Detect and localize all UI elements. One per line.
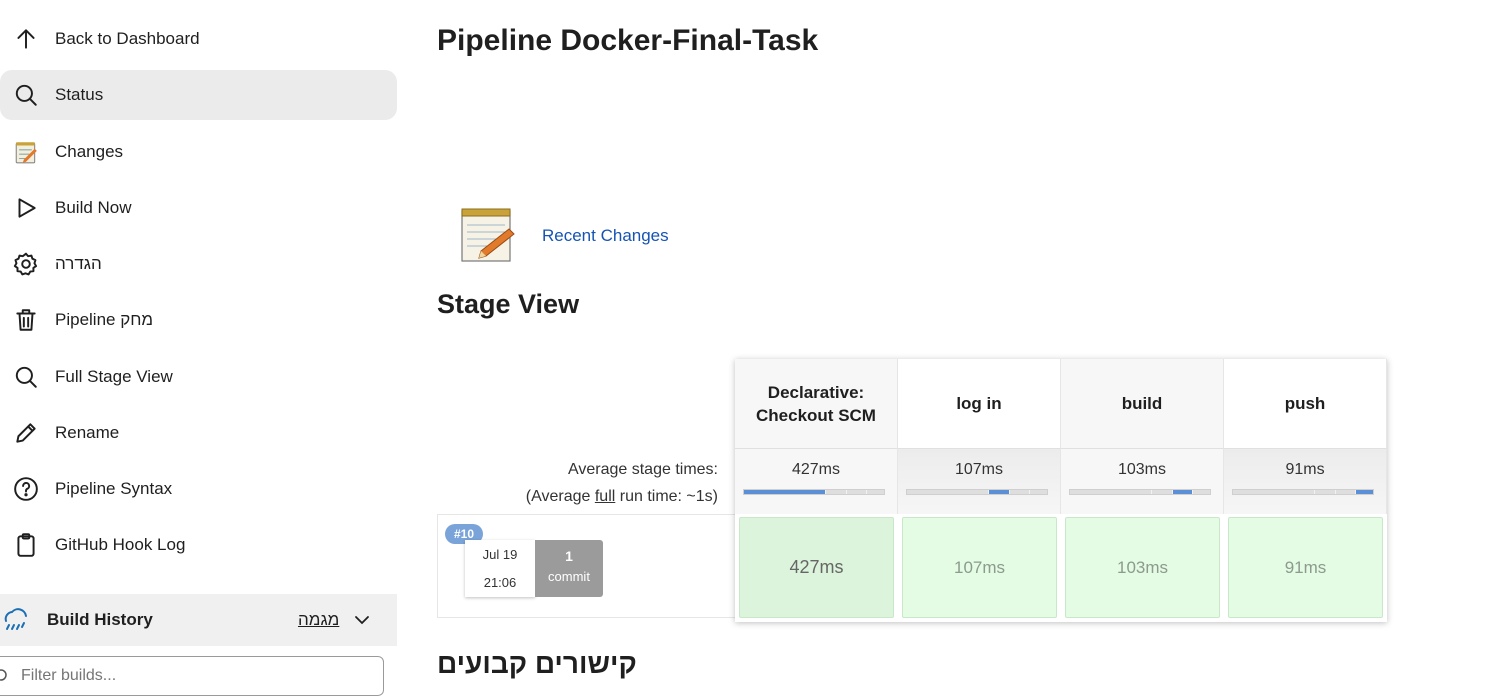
sidebar-item-pipeline-syntax[interactable]: Pipeline Syntax bbox=[0, 464, 397, 514]
average-stage-times-label: Average stage times: bbox=[567, 461, 718, 478]
stage-header: log in bbox=[898, 359, 1061, 448]
stage-average: 103ms bbox=[1061, 448, 1224, 514]
notepad-icon bbox=[13, 139, 39, 165]
stage-view-title: Stage View bbox=[437, 289, 580, 319]
build-history-header[interactable]: Build History מגמה bbox=[0, 594, 397, 646]
bar-tick bbox=[1151, 490, 1152, 494]
stage-average-bar-fill bbox=[1355, 490, 1373, 494]
stage-average-bar-fill bbox=[1172, 490, 1192, 494]
stage-header: Declarative: Checkout SCM bbox=[735, 359, 898, 448]
build-datetime[interactable]: Jul 19 21:06 bbox=[465, 540, 535, 597]
search-icon bbox=[0, 668, 10, 689]
page-title: Pipeline Docker-Final-Task bbox=[437, 24, 819, 57]
weather-icon bbox=[0, 605, 30, 640]
sidebar-item-label: Changes bbox=[55, 142, 124, 161]
sidebar-item-label: הגדרה bbox=[55, 254, 102, 273]
stage-average-time: 103ms bbox=[1117, 461, 1167, 478]
sidebar-item-build-now[interactable]: Build Now bbox=[0, 183, 397, 233]
commit-count-box[interactable]: 1 commit bbox=[535, 540, 603, 597]
sidebar-item-label: Full Stage View bbox=[55, 367, 173, 386]
sidebar-item-label: Pipeline מחק bbox=[55, 310, 154, 329]
bar-tick bbox=[1009, 490, 1010, 494]
stage-average-bar-fill bbox=[988, 490, 1009, 494]
stage-column: build 103ms 103ms bbox=[1061, 359, 1224, 622]
sidebar-item-changes[interactable]: Changes bbox=[0, 127, 397, 177]
sidebar: Back to Dashboard Status Changes Build N… bbox=[0, 0, 397, 696]
gear-icon bbox=[13, 251, 39, 277]
stage-average: 107ms bbox=[898, 448, 1061, 514]
bar-tick bbox=[1355, 490, 1356, 494]
sidebar-item-back-to-dashboard[interactable]: Back to Dashboard bbox=[0, 14, 397, 64]
bar-tick bbox=[846, 490, 847, 494]
sidebar-item-label: Pipeline Syntax bbox=[55, 479, 173, 498]
help-icon bbox=[13, 476, 39, 502]
bar-tick bbox=[825, 490, 826, 494]
build-history-title: Build History bbox=[47, 610, 153, 629]
stage-average-bar bbox=[906, 489, 1048, 495]
bar-tick bbox=[1192, 490, 1193, 494]
stage-average-bar bbox=[743, 489, 885, 495]
bar-tick bbox=[1172, 490, 1173, 494]
pencil-icon bbox=[13, 420, 39, 446]
search-icon bbox=[13, 364, 39, 390]
sidebar-item-label: Back to Dashboard bbox=[55, 29, 200, 48]
stage-header: build bbox=[1061, 359, 1224, 448]
arrow-up-icon bbox=[13, 26, 39, 52]
stage-average-time: 427ms bbox=[791, 461, 841, 478]
stage-view-table: Declarative: Checkout SCM 427ms 427ms lo… bbox=[735, 359, 1387, 622]
stage-average-bar-fill bbox=[744, 490, 825, 494]
trash-icon bbox=[13, 307, 39, 333]
stage-column: log in 107ms 107ms bbox=[898, 359, 1061, 622]
full-run-link[interactable]: full bbox=[595, 488, 615, 505]
search-icon bbox=[13, 82, 39, 108]
avg-full-suffix: run time: ~1s) bbox=[615, 488, 718, 505]
build-date: Jul 19 bbox=[482, 547, 518, 562]
build-time: 21:06 bbox=[483, 575, 517, 590]
sidebar-item-rename[interactable]: Rename bbox=[0, 408, 397, 458]
commit-word: commit bbox=[548, 569, 590, 584]
play-icon bbox=[13, 195, 39, 221]
stage-cell-success[interactable]: 103ms bbox=[1065, 517, 1220, 618]
bar-tick bbox=[866, 490, 867, 494]
avg-full-prefix: (Average bbox=[525, 488, 595, 505]
trend-link[interactable]: מגמה bbox=[298, 610, 339, 630]
sidebar-item-label: Rename bbox=[55, 423, 120, 442]
sidebar-item-github-hook-log[interactable]: GitHub Hook Log bbox=[0, 520, 397, 570]
stage-average-bar bbox=[1232, 489, 1374, 495]
permalinks-title: קישורים קבועים bbox=[437, 648, 637, 679]
stage-average-bar bbox=[1069, 489, 1211, 495]
average-full-run-time-label: (Average full run time: ~1s) bbox=[437, 488, 718, 506]
stage-column: Declarative: Checkout SCM 427ms 427ms bbox=[735, 359, 898, 622]
sidebar-item-configure[interactable]: הגדרה bbox=[0, 239, 397, 289]
filter-builds-input[interactable] bbox=[0, 656, 384, 696]
clipboard-icon bbox=[13, 532, 39, 558]
stage-average-time: 107ms bbox=[954, 461, 1004, 478]
stage-average: 91ms bbox=[1224, 448, 1387, 514]
stage-header: push bbox=[1224, 359, 1387, 448]
sidebar-item-label: GitHub Hook Log bbox=[55, 535, 186, 554]
bar-tick bbox=[1029, 490, 1030, 494]
bar-tick bbox=[1314, 490, 1315, 494]
recent-changes-link[interactable]: Recent Changes bbox=[542, 226, 669, 246]
stage-cell-success[interactable]: 427ms bbox=[739, 517, 894, 618]
chevron-down-icon[interactable] bbox=[352, 610, 372, 635]
commit-count: 1 bbox=[565, 548, 573, 564]
stage-average-time: 91ms bbox=[1285, 461, 1325, 478]
notepad-icon bbox=[459, 205, 519, 268]
stage-column: push 91ms 91ms bbox=[1224, 359, 1387, 622]
sidebar-item-label: Status bbox=[55, 85, 104, 104]
stage-average: 427ms bbox=[735, 448, 898, 514]
bar-tick bbox=[988, 490, 989, 494]
sidebar-item-full-stage-view[interactable]: Full Stage View bbox=[0, 352, 397, 402]
stage-cell-success[interactable]: 107ms bbox=[902, 517, 1057, 618]
sidebar-item-status[interactable]: Status bbox=[0, 70, 397, 120]
sidebar-item-delete-pipeline[interactable]: Pipeline מחק bbox=[0, 295, 397, 345]
bar-tick bbox=[1335, 490, 1336, 494]
stage-cell-success[interactable]: 91ms bbox=[1228, 517, 1383, 618]
sidebar-item-label: Build Now bbox=[55, 198, 132, 217]
